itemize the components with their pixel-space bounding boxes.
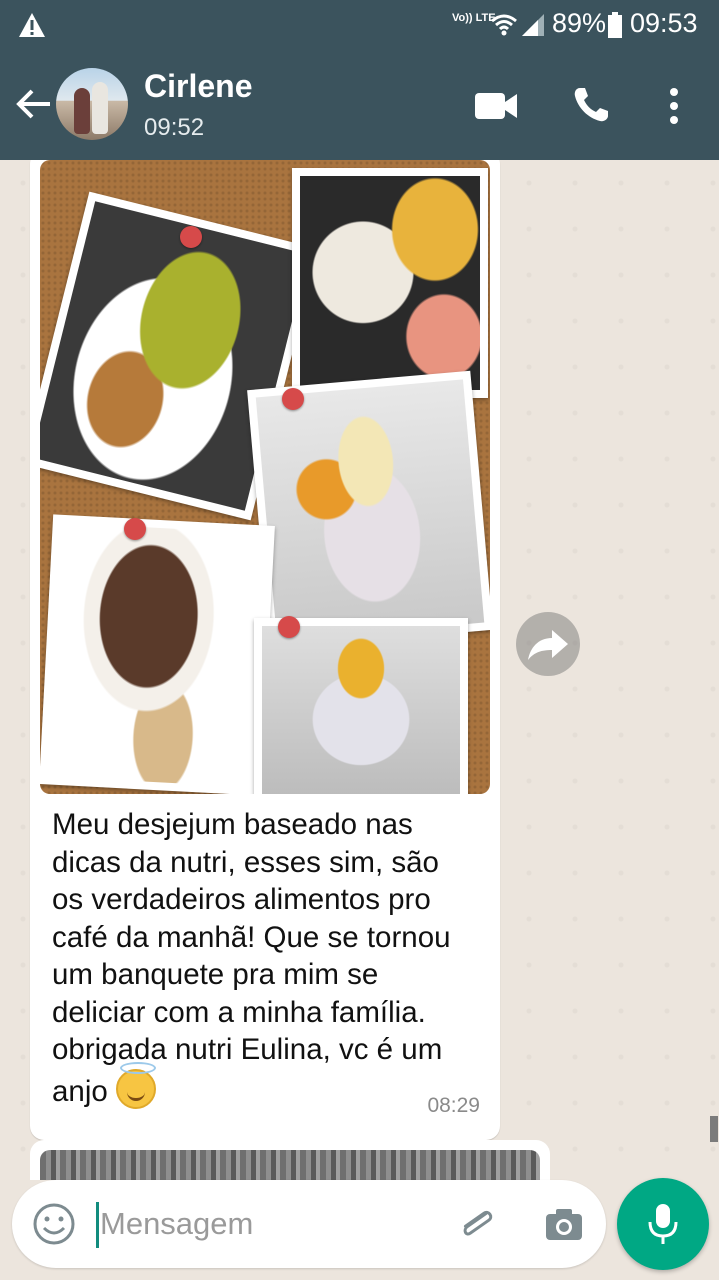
more-vertical-icon[interactable] — [664, 86, 684, 126]
collage-photo-chia-cup — [254, 618, 468, 794]
contact-name[interactable]: Cirlene — [144, 68, 252, 105]
chat-area[interactable]: Meu desjejum baseado nas dicas da nutri,… — [0, 160, 719, 1180]
scrollbar-thumb[interactable] — [710, 1116, 718, 1142]
forward-button[interactable] — [516, 612, 580, 676]
message-line: dicas da nutri, esses sim, são — [52, 845, 439, 879]
emoji-smiley-icon[interactable] — [32, 1202, 76, 1246]
pin-icon — [124, 518, 146, 540]
microphone-icon — [648, 1204, 678, 1244]
collage-photo-parfait — [247, 370, 490, 650]
smiling-halo-emoji-icon — [115, 1061, 156, 1109]
forward-arrow-icon — [528, 630, 568, 660]
phone-icon[interactable] — [572, 86, 610, 124]
next-message-photo[interactable] — [40, 1150, 540, 1180]
collage-photo-fruit-plate — [292, 168, 488, 398]
collage-photo-chocolate-bowl — [40, 514, 275, 794]
message-last-word: anjo — [52, 1074, 108, 1108]
signal-icon — [522, 14, 544, 36]
message-line: um banquete pra mim se — [52, 958, 379, 991]
text-caret — [96, 1202, 99, 1248]
video-camera-icon[interactable] — [474, 90, 518, 122]
message-line: os verdadeiros alimentos pro — [52, 883, 431, 916]
message-bubble[interactable]: Meu desjejum baseado nas dicas da nutri,… — [30, 160, 500, 1140]
message-time: 08:29 — [427, 1094, 480, 1117]
next-message-bubble[interactable] — [30, 1140, 550, 1180]
message-line: anjo — [52, 1061, 482, 1111]
pin-icon — [180, 226, 202, 248]
message-text: Meu desjejum baseado nas dicas da nutri,… — [52, 806, 482, 1110]
status-clock: 09:53 — [630, 8, 698, 38]
chat-header: Cirlene 09:52 — [0, 52, 719, 160]
wifi-icon — [491, 14, 517, 36]
message-line: café da manhã! Que se tornou — [52, 920, 451, 954]
alert-triangle-icon — [19, 13, 45, 37]
message-photo[interactable] — [40, 160, 490, 794]
arrow-left-icon[interactable] — [14, 84, 54, 124]
message-line: deliciar com a minha família. — [52, 995, 426, 1029]
battery-icon — [608, 12, 622, 38]
battery-percent: 89% — [552, 8, 607, 38]
last-seen: 09:52 — [144, 114, 205, 141]
status-bar: Vo)) LTE 89% 09:53 — [0, 0, 719, 52]
pin-icon — [278, 616, 300, 638]
voice-record-button[interactable] — [617, 1178, 709, 1270]
message-input[interactable] — [100, 1198, 430, 1250]
message-line: obrigada nutri Eulina, vc é um — [52, 1033, 443, 1066]
paperclip-icon[interactable] — [454, 1202, 498, 1246]
message-line: Meu desjejum baseado nas — [52, 808, 413, 841]
message-composer — [12, 1180, 606, 1268]
pin-icon — [282, 388, 304, 410]
camera-icon[interactable] — [542, 1202, 586, 1246]
avatar[interactable] — [56, 68, 128, 140]
